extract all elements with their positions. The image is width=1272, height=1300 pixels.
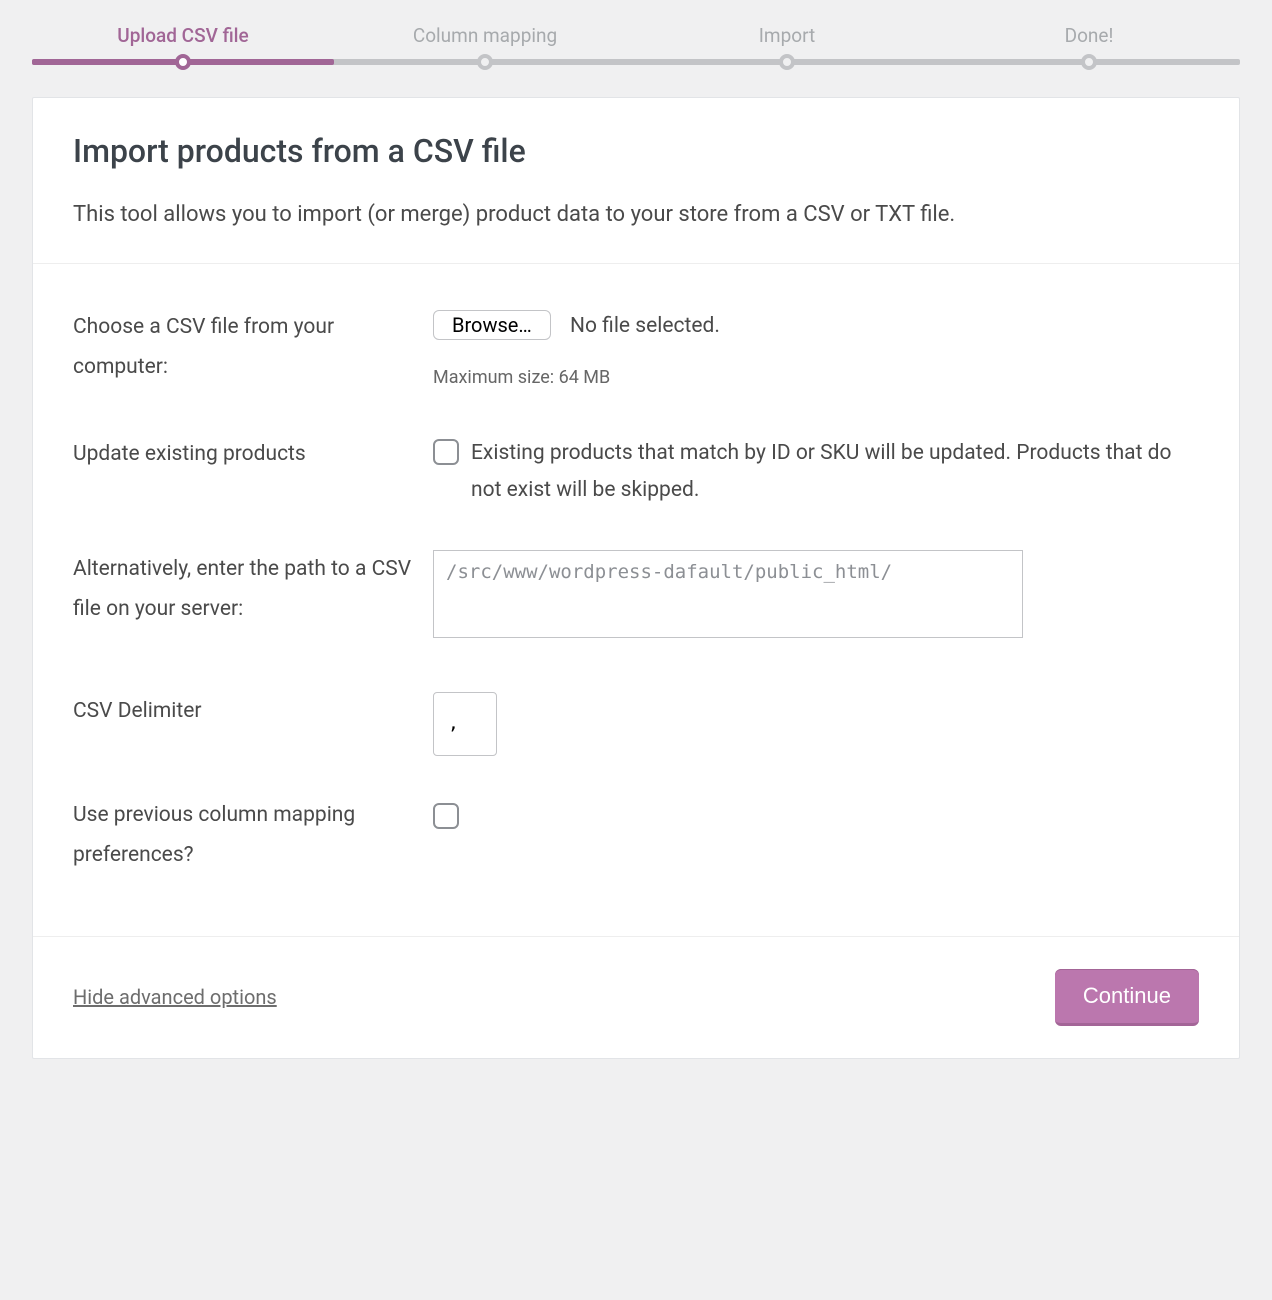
step-done: Done! [938,24,1240,47]
delimiter-label: CSV Delimiter [73,692,433,732]
step-marker-2 [477,54,493,70]
step-marker-3 [779,54,795,70]
server-path-input[interactable] [433,550,1023,638]
step-marker-4 [1081,54,1097,70]
server-path-label: Alternatively, enter the path to a CSV f… [73,550,433,630]
prev-mapping-label: Use previous column mapping preferences? [73,796,433,876]
step-mapping: Column mapping [334,24,636,47]
browse-button[interactable]: Browse… [433,310,551,340]
page-description: This tool allows you to import (or merge… [73,196,1199,233]
prev-mapping-checkbox[interactable] [433,803,459,829]
import-card: Import products from a CSV file This too… [32,97,1240,1059]
step-marker-1 [175,54,191,70]
step-import: Import [636,24,938,47]
choose-file-label: Choose a CSV file from your computer: [73,308,433,388]
update-existing-checkbox[interactable] [433,439,459,465]
update-existing-label: Update existing products [73,435,433,475]
page-title: Import products from a CSV file [73,132,1199,170]
delimiter-input[interactable] [433,692,497,756]
continue-button[interactable]: Continue [1055,969,1199,1026]
wizard-steps: Upload CSV file Column mapping Import Do… [32,24,1240,47]
update-existing-desc: Existing products that match by ID or SK… [471,435,1199,511]
file-status: No file selected. [570,314,720,338]
progress-bar [32,59,1240,65]
max-size-hint: Maximum size: 64 MB [433,362,1199,394]
toggle-advanced-link[interactable]: Hide advanced options [73,985,277,1009]
step-upload: Upload CSV file [32,24,334,47]
